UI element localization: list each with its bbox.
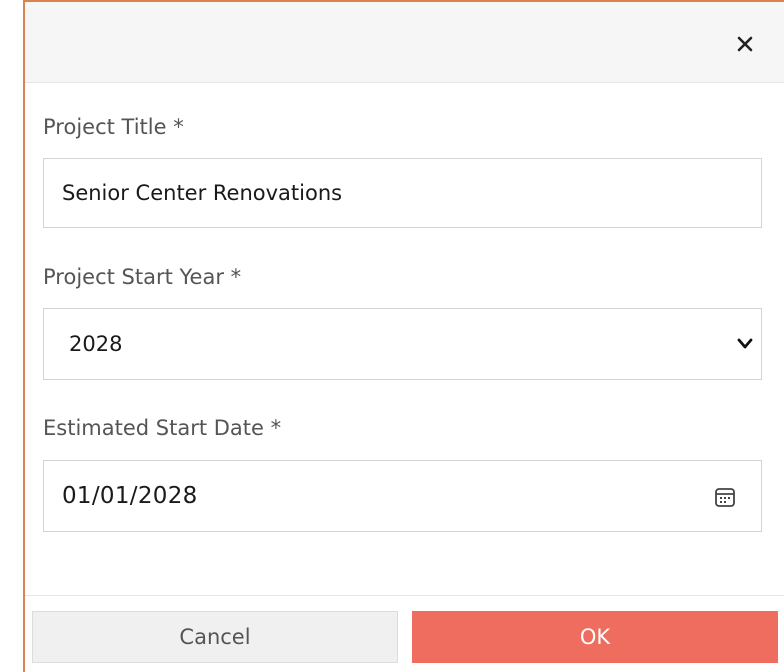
start-year-select[interactable]: 2028 <box>43 308 762 380</box>
ok-button[interactable]: OK <box>412 611 778 663</box>
project-title-value: Senior Center Renovations <box>62 181 343 205</box>
close-icon <box>737 36 753 52</box>
project-title-label: Project Title * <box>43 115 184 139</box>
dialog-header <box>25 2 784 83</box>
chevron-down-icon <box>737 338 753 349</box>
start-year-label: Project Start Year * <box>43 265 242 289</box>
start-year-selected-value: 2028 <box>69 332 123 356</box>
footer-divider <box>25 595 784 596</box>
start-date-label: Estimated Start Date * <box>43 416 282 440</box>
cancel-button[interactable]: Cancel <box>32 611 398 663</box>
close-button[interactable] <box>731 30 759 58</box>
start-date-input[interactable]: 01/01/2028 <box>43 460 762 532</box>
project-dialog: Project Title * Senior Center Renovation… <box>23 0 784 672</box>
calendar-icon[interactable] <box>713 485 737 509</box>
start-date-value: 01/01/2028 <box>62 483 198 509</box>
project-title-input[interactable]: Senior Center Renovations <box>43 158 762 228</box>
